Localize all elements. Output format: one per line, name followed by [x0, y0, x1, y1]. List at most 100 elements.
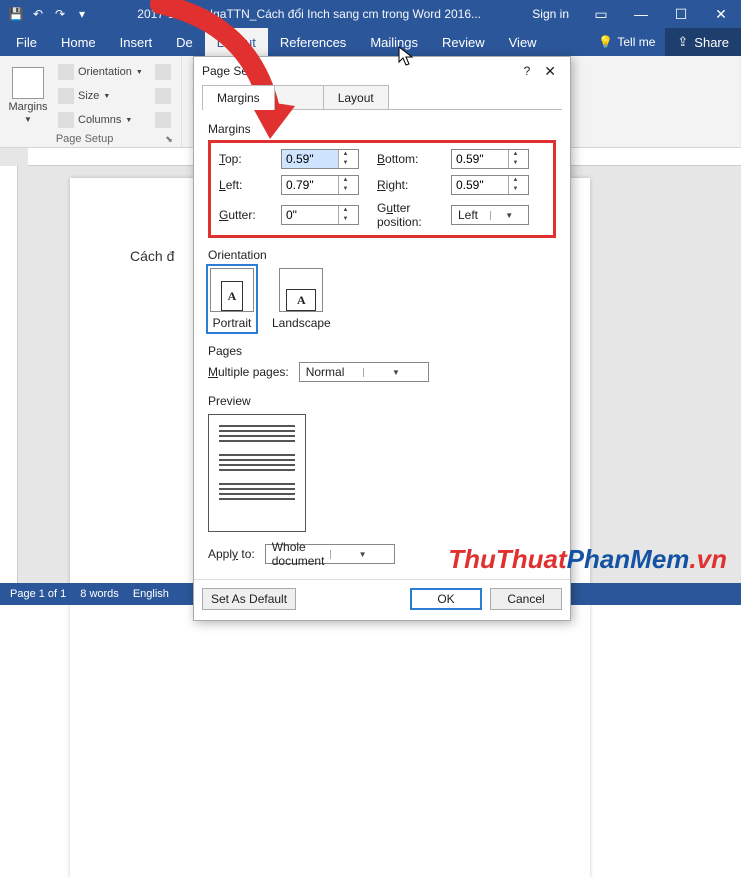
- redo-icon[interactable]: ↷: [52, 6, 68, 22]
- preview-thumbnail: [208, 414, 306, 532]
- status-language[interactable]: English: [133, 588, 169, 600]
- left-label: Left:: [219, 178, 281, 192]
- minimize-button[interactable]: —: [621, 6, 661, 22]
- top-input[interactable]: [282, 150, 338, 168]
- apply-to-label: Apply to:: [208, 547, 255, 561]
- watermark-part-2: PhanMem: [567, 544, 690, 574]
- chevron-down-icon: ▼: [490, 211, 529, 220]
- orientation-section-label: Orientation: [208, 248, 556, 262]
- portrait-label: Portrait: [213, 316, 252, 330]
- dialog-tab-paper[interactable]: [274, 85, 324, 110]
- share-icon: ⇪: [677, 34, 688, 50]
- orientation-label: Orientation: [78, 66, 132, 78]
- landscape-label: Landscape: [272, 316, 331, 330]
- gutter-input[interactable]: [282, 206, 338, 224]
- spin-down-icon[interactable]: ▼: [339, 185, 352, 194]
- margins-section-label: Margins: [208, 122, 556, 136]
- dialog-tab-margins[interactable]: Margins: [202, 85, 275, 110]
- share-label: Share: [694, 35, 729, 50]
- page-setup-dialog-launcher[interactable]: ⬊: [163, 134, 175, 145]
- multiple-pages-value: Normal: [300, 365, 364, 379]
- ribbon-options-icon[interactable]: ▭: [581, 6, 621, 23]
- hyphenation-button[interactable]: [151, 110, 175, 130]
- tell-me[interactable]: 💡 Tell me: [588, 35, 665, 49]
- right-spinner[interactable]: ▲▼: [451, 175, 529, 195]
- hyphenation-icon: [155, 112, 171, 128]
- left-input[interactable]: [282, 176, 338, 194]
- status-words[interactable]: 8 words: [80, 588, 119, 600]
- cancel-button[interactable]: Cancel: [490, 588, 562, 610]
- margins-icon: [12, 67, 44, 99]
- preview-section-label: Preview: [208, 394, 556, 408]
- tab-design[interactable]: De: [164, 28, 205, 56]
- columns-button[interactable]: Columns ▼: [54, 110, 147, 130]
- spin-up-icon[interactable]: ▲: [339, 206, 352, 215]
- orientation-icon: [58, 64, 74, 80]
- margins-label: Margins: [8, 101, 47, 113]
- chevron-down-icon: ▼: [363, 368, 428, 377]
- watermark-part-3: .vn: [689, 544, 727, 574]
- chevron-down-icon: ▼: [136, 69, 143, 76]
- save-icon[interactable]: 💾: [8, 6, 24, 22]
- ribbon-tabs: File Home Insert De Layout References Ma…: [0, 28, 741, 56]
- orientation-landscape[interactable]: A Landscape: [270, 266, 333, 332]
- spin-down-icon[interactable]: ▼: [509, 159, 522, 168]
- breaks-icon: [155, 64, 171, 80]
- spin-up-icon[interactable]: ▲: [509, 176, 522, 185]
- dialog-close-button[interactable]: ✕: [538, 63, 562, 80]
- breaks-button[interactable]: [151, 62, 175, 82]
- ok-button[interactable]: OK: [410, 588, 482, 610]
- spin-up-icon[interactable]: ▲: [339, 176, 352, 185]
- chevron-down-icon: ▼: [125, 117, 132, 124]
- dialog-tab-layout[interactable]: Layout: [323, 85, 389, 110]
- tab-review[interactable]: Review: [430, 28, 497, 56]
- apply-to-combo[interactable]: Whole document▼: [265, 544, 395, 564]
- size-button[interactable]: Size ▼: [54, 86, 147, 106]
- qat-customize-icon[interactable]: ▾: [74, 6, 90, 22]
- multiple-pages-combo[interactable]: Normal▼: [299, 362, 429, 382]
- tab-home[interactable]: Home: [49, 28, 108, 56]
- orientation-portrait[interactable]: A Portrait: [208, 266, 256, 332]
- landscape-icon: A: [286, 289, 316, 311]
- top-spinner[interactable]: ▲▼: [281, 149, 359, 169]
- gutter-label: Gutter:: [219, 208, 281, 222]
- close-window-button[interactable]: ✕: [701, 6, 741, 23]
- undo-icon[interactable]: ↶: [30, 6, 46, 22]
- right-input[interactable]: [452, 176, 508, 194]
- multiple-pages-label: Multiple pages:: [208, 365, 289, 379]
- tab-references[interactable]: References: [268, 28, 358, 56]
- line-numbers-button[interactable]: [151, 86, 175, 106]
- watermark-part-1: ThuThuat: [448, 544, 566, 574]
- gutter-spinner[interactable]: ▲▼: [281, 205, 359, 225]
- vertical-ruler[interactable]: [0, 166, 18, 583]
- left-spinner[interactable]: ▲▼: [281, 175, 359, 195]
- set-as-default-button[interactable]: Set As Default: [202, 588, 296, 610]
- spin-down-icon[interactable]: ▼: [509, 185, 522, 194]
- spin-down-icon[interactable]: ▼: [339, 159, 352, 168]
- gutter-position-label: Gutter position:: [359, 201, 451, 229]
- tab-insert[interactable]: Insert: [108, 28, 165, 56]
- pages-section-label: Pages: [208, 344, 556, 358]
- spin-up-icon[interactable]: ▲: [509, 150, 522, 159]
- spin-down-icon[interactable]: ▼: [339, 215, 352, 224]
- dialog-title: Page Set: [202, 64, 516, 78]
- tab-mailings[interactable]: Mailings: [358, 28, 430, 56]
- spin-up-icon[interactable]: ▲: [339, 150, 352, 159]
- sign-in-link[interactable]: Sign in: [520, 7, 581, 21]
- gutter-position-combo[interactable]: Left▼: [451, 205, 529, 225]
- status-page[interactable]: Page 1 of 1: [10, 588, 66, 600]
- top-label: Top:: [219, 152, 281, 166]
- share-button[interactable]: ⇪ Share: [665, 28, 741, 56]
- orientation-button[interactable]: Orientation ▼: [54, 62, 147, 82]
- bottom-input[interactable]: [452, 150, 508, 168]
- page-setup-dialog: Page Set ? ✕ Margins Layout Margins Top:…: [193, 56, 571, 621]
- maximize-button[interactable]: ☐: [661, 6, 701, 23]
- tab-view[interactable]: View: [497, 28, 549, 56]
- page-setup-group-label: Page Setup: [6, 131, 163, 145]
- dialog-help-button[interactable]: ?: [516, 64, 539, 78]
- tab-file[interactable]: File: [4, 28, 49, 56]
- right-label: Right:: [359, 178, 451, 192]
- margins-button[interactable]: Margins ▼: [6, 60, 50, 131]
- tab-layout[interactable]: Layout: [205, 28, 268, 56]
- bottom-spinner[interactable]: ▲▼: [451, 149, 529, 169]
